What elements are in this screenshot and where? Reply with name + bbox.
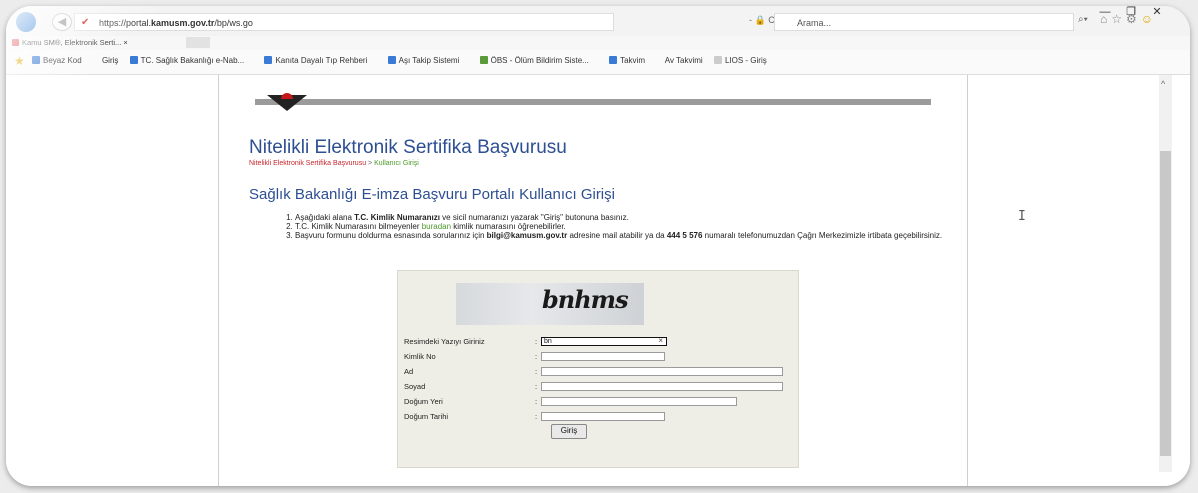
colon: :	[535, 412, 538, 421]
scroll-up-icon[interactable]: ^	[1161, 79, 1165, 89]
favorite-item[interactable]: TC. Sağlık Bakanlığı e-Nab...	[129, 56, 254, 65]
colon: :	[535, 352, 538, 361]
tab-favicon-icon	[12, 39, 19, 46]
captcha-text: bnhms	[542, 285, 629, 314]
dogum-yeri-input[interactable]	[541, 397, 737, 406]
tab-kamusm[interactable]: Kamu SM®, Elektronik Serti... ×	[12, 37, 162, 49]
favorite-item[interactable]: Aşı Takip Sistemi	[387, 56, 469, 65]
captcha-input-value: bn	[544, 338, 552, 345]
favorite-item[interactable]: Giriş	[102, 56, 118, 65]
dogum-tarihi-input[interactable]	[541, 412, 665, 421]
favorite-item[interactable]: LIOS - Giriş	[713, 56, 776, 65]
page-icon	[264, 56, 273, 64]
section-title: Sağlık Bakanlığı E-imza Başvuru Portalı …	[249, 186, 615, 203]
soyad-input[interactable]	[541, 382, 783, 391]
page-title: Nitelikli Elektronik Sertifika Başvurusu	[249, 137, 567, 158]
tab-bar: Kamu SM®, Elektronik Serti... ×	[6, 36, 1190, 51]
favorite-item[interactable]: Kanıta Dayalı Tıp Rehberi	[264, 56, 376, 65]
vertical-scrollbar[interactable]: ^	[1159, 75, 1172, 472]
header-strip	[255, 99, 931, 105]
ad-input[interactable]	[541, 367, 783, 376]
page-icon	[387, 56, 396, 64]
breadcrumb-separator: >	[366, 160, 375, 167]
search-field[interactable]: Arama...	[774, 13, 1074, 31]
url-controls[interactable]: - 🔒 C	[749, 15, 775, 26]
header-logo-accent	[281, 93, 293, 99]
new-tab-button[interactable]	[186, 37, 210, 48]
url-path: /bp/ws.go	[214, 18, 253, 28]
favorite-item[interactable]: Av Takvimi	[665, 56, 703, 65]
colon: :	[535, 382, 538, 391]
kimlik-input[interactable]	[541, 352, 665, 361]
dogum-tarihi-label: Doğum Tarihi	[404, 412, 449, 421]
colon: :	[535, 337, 538, 346]
page-icon	[713, 56, 722, 64]
scrollbar-thumb[interactable]	[1160, 151, 1171, 456]
search-placeholder: Arama...	[797, 18, 832, 28]
url-domain: kamusm.gov.tr	[151, 18, 215, 28]
minimize-button[interactable]: —	[1092, 6, 1118, 18]
browser-address-bar: ◀ ✔ https://portal.kamusm.gov.tr/bp/ws.g…	[6, 6, 1190, 36]
breadcrumb-current: Kullanıcı Girişi	[374, 160, 419, 167]
breadcrumb: Nitelikli Elektronik Sertifika Başvurusu…	[249, 160, 419, 167]
giris-button[interactable]: Giriş	[551, 424, 587, 439]
breadcrumb-root[interactable]: Nitelikli Elektronik Sertifika Başvurusu	[249, 160, 366, 167]
email-link[interactable]: bilgi@kamusm.gov.tr	[487, 231, 568, 240]
close-button[interactable]: ✕	[1144, 6, 1170, 18]
page-icon	[609, 56, 618, 64]
favorite-item[interactable]: Beyaz Kod	[32, 56, 91, 65]
instruction-item: Aşağıdaki alana T.C. Kimlik Numaranızı v…	[295, 213, 945, 222]
back-button[interactable]: ◀	[52, 13, 72, 31]
login-form: bnhms Resimdeki Yazıyı Giriniz : bn × Ki…	[397, 270, 799, 468]
buradan-link[interactable]: buradan	[422, 222, 451, 231]
kimlik-label: Kimlik No	[404, 352, 436, 361]
favorites-list: Beyaz Kod Giriş TC. Sağlık Bakanlığı e-N…	[32, 56, 785, 65]
favorite-item[interactable]: Takvim	[609, 56, 654, 65]
captcha-input[interactable]: bn ×	[541, 337, 667, 346]
text-cursor-icon: I	[1018, 209, 1026, 224]
page-icon	[32, 56, 40, 64]
lock-icon: ✔	[81, 17, 90, 28]
browser-logo-icon	[16, 12, 36, 32]
search-icon[interactable]: ⌕▾	[1078, 14, 1088, 25]
captcha-image: bnhms	[456, 283, 644, 325]
page-viewport: Nitelikli Elektronik Sertifika Başvurusu…	[6, 75, 1190, 486]
ad-label: Ad	[404, 367, 414, 376]
colon: :	[535, 367, 538, 376]
favorites-bar: ★ Beyaz Kod Giriş TC. Sağlık Bakanlığı e…	[6, 50, 1190, 75]
page-column: Nitelikli Elektronik Sertifika Başvurusu…	[218, 75, 968, 486]
instruction-item: T.C. Kimlik Numarasını bilmeyenler burad…	[295, 222, 945, 231]
page-icon	[479, 56, 488, 64]
colon: :	[535, 397, 538, 406]
screenshot-frame: ◀ ✔ https://portal.kamusm.gov.tr/bp/ws.g…	[6, 6, 1190, 486]
dogum-yeri-label: Doğum Yeri	[404, 397, 443, 406]
soyad-label: Soyad	[404, 382, 426, 391]
tab-title: Kamu SM®, Elektronik Serti... ×	[22, 38, 128, 47]
clear-icon[interactable]: ×	[658, 337, 663, 345]
favorites-star-icon[interactable]: ★	[14, 54, 25, 68]
favorite-item[interactable]: ÖBS - Ölüm Bildirim Siste...	[479, 56, 598, 65]
restore-button[interactable]: ❐	[1118, 6, 1144, 18]
instructions-list: Aşağıdaki alana T.C. Kimlik Numaranızı v…	[275, 213, 945, 240]
url-field[interactable]: ✔ https://portal.kamusm.gov.tr/bp/ws.go	[74, 13, 614, 31]
window-controls: — ❐ ✕	[1092, 6, 1170, 18]
instruction-item: Başvuru formunu doldurma esnasında sorul…	[295, 231, 945, 240]
url-prefix: https://portal.	[99, 18, 152, 28]
captcha-label: Resimdeki Yazıyı Giriniz	[404, 337, 485, 346]
page-icon	[129, 56, 138, 64]
